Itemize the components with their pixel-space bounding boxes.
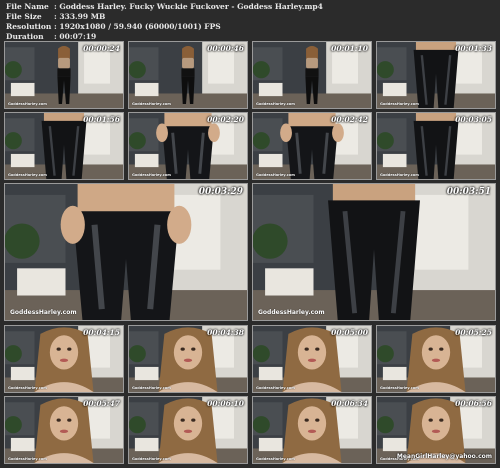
video-thumbnail[interactable]: 00:06:10 GoddessHarley.com — [128, 396, 248, 464]
video-thumbnail[interactable]: 00:03:51 GoddessHarley.com — [252, 183, 496, 321]
thumbnail-timestamp: 00:03:29 — [198, 187, 243, 197]
thumbnail-watermark: GoddessHarley.com — [132, 102, 171, 106]
thumbnail-watermark: GoddessHarley.com — [380, 386, 419, 390]
video-thumbnail[interactable]: 00:06:34 GoddessHarley.com — [252, 396, 372, 464]
video-thumbnail[interactable]: 00:05:25 GoddessHarley.com — [376, 325, 496, 393]
video-thumbnail[interactable]: 00:01:10 GoddessHarley.com — [252, 41, 372, 109]
thumbnail-frame-image — [253, 184, 495, 320]
thumbnail-frame-image — [5, 184, 247, 320]
thumbnail-watermark: GoddessHarley.com — [132, 457, 171, 461]
thumbnail-watermark: GoddessHarley.com — [380, 102, 419, 106]
thumbnail-watermark: GoddessHarley.com — [258, 309, 325, 316]
video-thumbnail[interactable]: 00:06:56 GoddessHarley.com MeanGirlHarley@… — [376, 396, 496, 464]
thumbnail-timestamp: 00:00:24 — [83, 44, 120, 53]
info-row-file-size: File Size : 333.99 MB — [6, 12, 323, 22]
video-thumbnail[interactable]: 00:05:00 GoddessHarley.com — [252, 325, 372, 393]
video-thumbnail[interactable]: 00:05:47 GoddessHarley.com — [4, 396, 124, 464]
thumbnail-timestamp: 00:06:56 — [455, 399, 492, 408]
thumbnail-timestamp: 00:05:47 — [83, 399, 120, 408]
video-thumbnail[interactable]: 00:03:05 GoddessHarley.com — [376, 112, 496, 180]
thumbnail-timestamp: 00:01:10 — [331, 44, 368, 53]
video-thumbnail[interactable]: 00:00:24 GoddessHarley.com — [4, 41, 124, 109]
video-thumbnail[interactable]: 00:04:15 GoddessHarley.com — [4, 325, 124, 393]
video-thumbnail[interactable]: 00:02:20 GoddessHarley.com — [128, 112, 248, 180]
video-thumbnail[interactable]: 00:04:38 GoddessHarley.com — [128, 325, 248, 393]
thumbnail-watermark: GoddessHarley.com — [8, 102, 47, 106]
thumbnail-timestamp: 00:01:56 — [83, 115, 120, 124]
thumbnail-watermark: GoddessHarley.com — [132, 386, 171, 390]
thumbnail-watermark: GoddessHarley.com — [256, 457, 295, 461]
thumbnail-watermark: GoddessHarley.com — [256, 386, 295, 390]
thumbnail-timestamp: 00:06:10 — [207, 399, 244, 408]
video-thumbnail[interactable]: 00:00:46 GoddessHarley.com — [128, 41, 248, 109]
info-key: Resolution — [6, 22, 52, 31]
file-info-panel: File Name : Goddess Harley. Fucky Wuckie… — [6, 2, 323, 42]
thumbnail-watermark: GoddessHarley.com — [8, 173, 47, 177]
thumbnail-watermark: GoddessHarley.com — [132, 173, 171, 177]
thumbnail-watermark: GoddessHarley.com — [380, 173, 419, 177]
video-thumbnail[interactable]: 00:02:42 GoddessHarley.com — [252, 112, 372, 180]
info-row-file-name: File Name : Goddess Harley. Fucky Wuckie… — [6, 2, 323, 12]
thumbnail-watermark: GoddessHarley.com — [256, 173, 295, 177]
info-key: File Name — [6, 2, 49, 11]
video-thumbnail[interactable]: 00:03:29 GoddessHarley.com — [4, 183, 248, 321]
info-row-resolution: Resolution : 1920x1080 / 59.940 (60000/1… — [6, 22, 323, 32]
thumbnail-timestamp: 00:02:20 — [207, 115, 244, 124]
info-key: File Size — [6, 12, 42, 21]
thumbnail-timestamp: 00:02:42 — [331, 115, 368, 124]
thumbnail-timestamp: 00:06:34 — [331, 399, 368, 408]
video-thumbnail[interactable]: 00:01:33 GoddessHarley.com — [376, 41, 496, 109]
video-thumbnail[interactable]: 00:01:56 GoddessHarley.com — [4, 112, 124, 180]
thumbnail-watermark: GoddessHarley.com — [8, 386, 47, 390]
thumbnail-timestamp: 00:03:51 — [446, 187, 491, 197]
thumbnail-watermark: GoddessHarley.com — [256, 102, 295, 106]
thumbnail-timestamp: 00:00:46 — [207, 44, 244, 53]
thumbnail-timestamp: 00:01:33 — [455, 44, 492, 53]
info-value: : Goddess Harley. Fucky Wuckie Fuckover … — [54, 2, 323, 11]
info-value: : 1920x1080 / 59.940 (60000/1001) FPS — [54, 22, 221, 31]
thumbnail-watermark: GoddessHarley.com — [8, 457, 47, 461]
thumbnail-timestamp: 00:03:05 — [455, 115, 492, 124]
thumbnail-timestamp: 00:05:25 — [455, 328, 492, 337]
corner-watermark: MeanGirlHarley@yahoo.com — [396, 453, 492, 460]
thumbnail-timestamp: 00:04:38 — [207, 328, 244, 337]
info-value: : 333.99 MB — [54, 12, 106, 21]
thumbnail-watermark: GoddessHarley.com — [10, 309, 77, 316]
thumbnail-timestamp: 00:04:15 — [83, 328, 120, 337]
thumbnail-timestamp: 00:05:00 — [331, 328, 368, 337]
